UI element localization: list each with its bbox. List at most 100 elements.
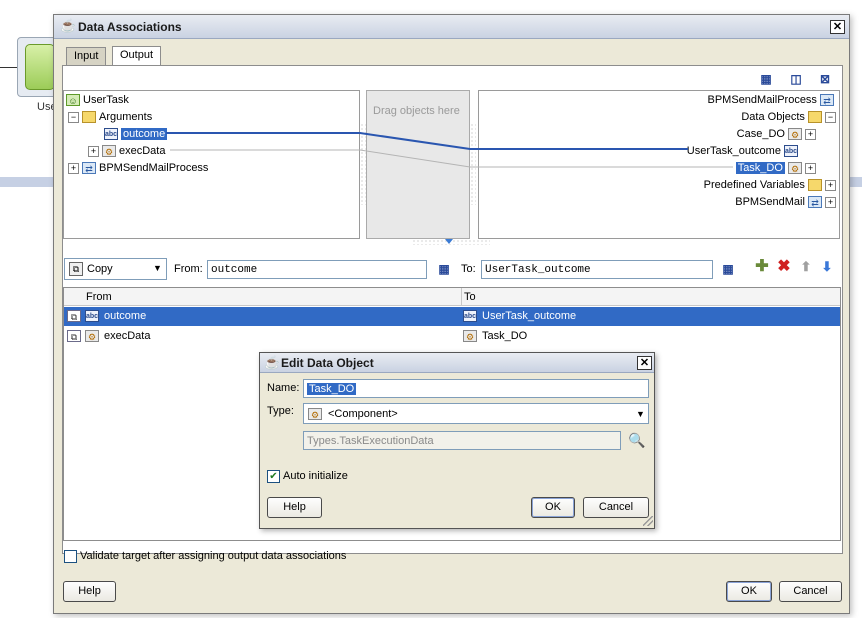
table-row[interactable]: ⧉ abc outcome abc UserTask_outcome (64, 307, 840, 326)
tree-item-label: BPMSendMailProcess (707, 94, 817, 106)
auto-initialize-label: Auto initialize (283, 470, 348, 482)
collapse-icon[interactable]: − (68, 111, 79, 123)
tree-item-outcome[interactable]: abc outcome (104, 126, 168, 143)
source-tree[interactable]: ☺ UserTask − Arguments abc outcome + ⚙ execDa… (63, 90, 360, 239)
type-label: Type: (267, 405, 294, 417)
move-up-icon[interactable]: ⬆ (797, 258, 815, 276)
column-header-from[interactable]: From (86, 288, 112, 306)
dialog-titlebar[interactable]: ☕ Data Associations ✕ (54, 15, 849, 39)
dialog-close-button[interactable]: ✕ (830, 20, 845, 34)
cancel-button[interactable]: Cancel (779, 581, 842, 602)
user-task-icon (25, 44, 55, 90)
expression-builder-icon[interactable]: ▦ (719, 260, 737, 278)
to-field[interactable]: UserTask_outcome (481, 260, 713, 279)
chevron-down-icon: ▼ (636, 409, 645, 419)
copy-icon: ⧉ (69, 262, 83, 276)
tab-output[interactable]: Output (112, 46, 162, 66)
tree-item-case-do[interactable]: Case_DO ⚙ + (737, 126, 819, 143)
splitter-arrow-icon (445, 239, 453, 244)
string-icon: abc (104, 128, 118, 141)
expand-icon[interactable]: + (88, 145, 99, 157)
edit-help-button[interactable]: Help (267, 497, 322, 518)
expression-builder-icon[interactable]: ▦ (757, 70, 775, 88)
target-tree[interactable]: BPMSendMailProcess ⇄ Data Objects − Case… (478, 90, 840, 239)
resize-grip-icon[interactable] (643, 516, 653, 526)
drag-drop-panel[interactable]: Drag objects here (366, 90, 470, 239)
edit-dialog-titlebar[interactable]: ☕ Edit Data Object ✕ (260, 353, 654, 373)
type-detail-field: Types.TaskExecutionData (303, 431, 621, 450)
string-icon: abc (784, 145, 798, 158)
column-divider (461, 288, 462, 306)
edit-ok-button[interactable]: OK (531, 497, 575, 518)
xml-icon[interactable]: ◫ (787, 70, 805, 88)
expression-builder-icon[interactable]: ▦ (435, 260, 453, 278)
row-from: execData (104, 330, 151, 342)
tree-item-execdata[interactable]: + ⚙ execData (88, 143, 165, 160)
help-button[interactable]: Help (63, 581, 116, 602)
splitter-right[interactable] (470, 123, 476, 205)
component-icon: ⚙ (308, 408, 322, 420)
tree-item-data-objects[interactable]: Data Objects − (741, 109, 839, 126)
validate-label: Validate target after assigning output d… (80, 550, 347, 562)
tree-item-label: Data Objects (741, 111, 805, 123)
delete-icon[interactable]: ✖ (775, 258, 793, 276)
expand-icon[interactable]: + (805, 162, 816, 174)
tree-item-label: Predefined Variables (703, 179, 805, 191)
component-icon: ⚙ (788, 162, 802, 175)
name-value: Task_DO (307, 383, 357, 395)
row-handle-icon: ⧉ (67, 310, 81, 322)
tree-item-arguments[interactable]: − Arguments (68, 109, 152, 126)
move-down-icon[interactable]: ⬇ (818, 258, 836, 276)
row-from: outcome (104, 310, 147, 322)
java-cup-icon: ☕ (60, 18, 77, 33)
string-icon: abc (463, 310, 477, 322)
tree-item-bpmsendmail[interactable]: BPMSendMail ⇄ + (735, 194, 839, 211)
process-icon: ⇄ (82, 162, 96, 175)
expand-all-icon[interactable]: ⊠ (816, 70, 834, 88)
column-header-to[interactable]: To (464, 288, 476, 306)
table-row[interactable]: ⧉ ⚙ execData ⚙ Task_DO (64, 327, 840, 346)
dialog-title: Data Associations (78, 20, 182, 34)
folder-icon (808, 111, 822, 124)
tree-item-label: outcome (121, 128, 168, 140)
search-icon[interactable]: 🔍 (628, 431, 646, 449)
tree-item-label: Arguments (99, 111, 153, 123)
tree-item-bpmsendmailprocess[interactable]: + ⇄ BPMSendMailProcess (68, 160, 208, 177)
expand-icon[interactable]: + (805, 128, 816, 140)
tree-item-predefined-variables[interactable]: Predefined Variables + (704, 177, 839, 194)
expand-icon[interactable]: + (68, 162, 79, 174)
validate-checkbox[interactable] (64, 550, 77, 563)
collapse-icon[interactable]: − (825, 111, 836, 123)
type-combo[interactable]: ⚙ <Component> ▼ (303, 403, 649, 424)
tree-item-label: UserTask_outcome (686, 145, 781, 157)
tree-item-label: Case_DO (736, 128, 785, 140)
process-icon: ⇄ (808, 196, 822, 209)
operation-combo[interactable]: ⧉ Copy ▼ (64, 258, 167, 280)
expand-icon[interactable]: + (825, 196, 836, 208)
add-icon[interactable]: ✚ (753, 258, 771, 276)
table-header: From To (64, 288, 840, 306)
tab-input[interactable]: Input (66, 47, 107, 65)
tree-item-usertask[interactable]: ☺ UserTask (66, 92, 129, 109)
drag-hint-text: Drag objects here (373, 105, 460, 117)
tree-item-label: BPMSendMail (735, 196, 805, 208)
java-cup-icon: ☕ (264, 355, 281, 370)
edit-cancel-button[interactable]: Cancel (583, 497, 649, 518)
ok-button[interactable]: OK (726, 581, 772, 602)
edit-data-object-dialog: ☕ Edit Data Object ✕ Name: Task_DO Type:… (259, 352, 655, 529)
folder-icon (808, 179, 822, 192)
tree-item-bpmsendmailprocess-target[interactable]: BPMSendMailProcess ⇄ (708, 92, 838, 109)
tree-item-label: Task_DO (735, 162, 785, 174)
name-field[interactable]: Task_DO (303, 379, 649, 398)
component-icon: ⚙ (463, 330, 477, 342)
edit-dialog-close-button[interactable]: ✕ (637, 356, 652, 370)
expand-icon[interactable]: + (825, 179, 836, 191)
tree-item-usertask-outcome[interactable]: UserTask_outcome abc (687, 143, 801, 160)
row-handle-icon: ⧉ (67, 330, 81, 342)
folder-icon (82, 111, 96, 124)
tree-item-task-do[interactable]: Task_DO ⚙ + (735, 160, 819, 177)
from-field[interactable]: outcome (207, 260, 427, 279)
auto-initialize-checkbox[interactable]: ✔ (267, 470, 280, 483)
process-icon: ⇄ (820, 94, 834, 107)
tree-item-label: execData (119, 145, 166, 157)
